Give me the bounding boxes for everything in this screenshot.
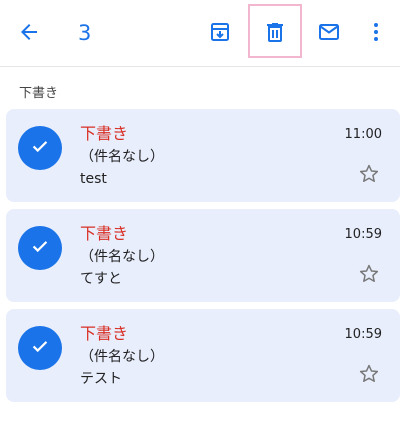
checkmark-icon: [29, 335, 51, 361]
email-sender: 下書き: [80, 124, 129, 143]
email-snippet: てすと: [80, 271, 122, 287]
delete-button[interactable]: [252, 9, 298, 55]
star-button[interactable]: [356, 363, 382, 389]
email-time: 10:59: [344, 327, 382, 342]
email-list-item[interactable]: 下書き （件名なし） てすと 10:59: [6, 209, 400, 302]
action-toolbar: 3: [0, 0, 400, 66]
star-outline-icon: [358, 163, 380, 189]
email-snippet: テスト: [80, 371, 122, 387]
star-outline-icon: [358, 363, 380, 389]
archive-button[interactable]: [197, 9, 243, 55]
star-button[interactable]: [356, 163, 382, 189]
checkmark-icon: [29, 135, 51, 161]
toolbar-divider: [0, 66, 400, 67]
selected-avatar[interactable]: [18, 226, 62, 270]
back-arrow-icon: [17, 20, 41, 44]
star-outline-icon: [358, 263, 380, 289]
email-list-item[interactable]: 下書き （件名なし） テスト 10:59: [6, 309, 400, 402]
email-subject: （件名なし）: [80, 149, 164, 165]
checkmark-icon: [29, 235, 51, 261]
more-options-button[interactable]: [353, 9, 399, 55]
mark-unread-icon: [317, 20, 341, 44]
selected-avatar[interactable]: [18, 126, 62, 170]
email-list-item[interactable]: 下書き （件名なし） test 11:00: [6, 109, 400, 202]
trash-icon: [263, 20, 287, 44]
email-sender: 下書き: [80, 224, 129, 243]
email-sender: 下書き: [80, 324, 129, 343]
email-subject: （件名なし）: [80, 349, 164, 365]
archive-icon: [208, 20, 232, 44]
star-button[interactable]: [356, 263, 382, 289]
selected-count: 3: [78, 21, 92, 45]
email-time: 10:59: [344, 227, 382, 242]
email-subject: （件名なし）: [80, 249, 164, 265]
mark-unread-button[interactable]: [306, 9, 352, 55]
email-snippet: test: [80, 171, 107, 187]
section-label: 下書き: [19, 86, 59, 101]
selected-avatar[interactable]: [18, 326, 62, 370]
email-time: 11:00: [344, 127, 382, 142]
back-button[interactable]: [6, 9, 52, 55]
more-vert-icon: [364, 20, 388, 44]
